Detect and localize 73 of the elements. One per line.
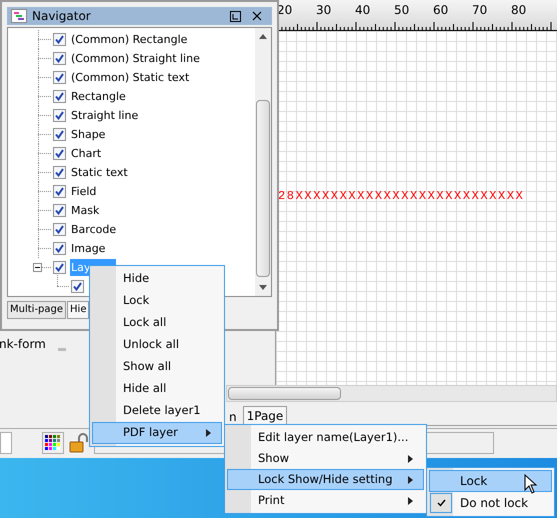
checkbox[interactable] [53,33,66,46]
checkbox[interactable] [53,71,66,84]
submenu-arrow-icon [408,476,413,484]
ruler-label: 70 [472,4,488,17]
tree-item[interactable]: (Common) Static text [70,69,190,86]
tab[interactable]: n [226,408,240,425]
tree-item[interactable]: Field [70,183,98,200]
menu-item[interactable]: Lock all [92,312,222,334]
menu-item[interactable]: Lock [429,470,552,492]
tree-item[interactable]: Static text [70,164,129,181]
checkmark-icon [430,493,452,513]
checkbox[interactable] [53,128,66,141]
tree-item[interactable]: (Common) Straight line [70,50,201,67]
tab[interactable]: 1Page [242,406,288,425]
scroll-down-icon[interactable] [259,285,267,290]
scroll-up-icon[interactable] [259,34,267,39]
checkbox[interactable] [53,185,66,198]
horizontal-scrollbar[interactable] [226,385,557,402]
tree-item[interactable]: Shape [70,126,106,143]
menu-item[interactable]: Lock [92,290,222,312]
submenu-arrow-icon [408,454,413,462]
tree-item[interactable]: Chart [70,145,102,162]
padlock-icon[interactable] [68,432,90,454]
menu-item[interactable]: PDF layer [92,422,222,444]
ruler-label: 40 [355,4,370,17]
tree-item[interactable]: (Common) Rectangle [70,31,188,48]
ruler-label: 50 [394,4,410,17]
checkbox[interactable] [53,261,66,274]
checkbox[interactable] [71,280,84,293]
menu-item[interactable]: Print [227,490,424,511]
menu-item[interactable]: Edit layer name(Layer1)... [227,427,424,448]
color-palette-icon[interactable] [42,432,64,454]
menu-item[interactable]: Show all [92,356,222,378]
tree-item[interactable]: Mask [70,202,100,219]
submenu-arrow-icon [408,496,413,504]
checkbox[interactable] [53,242,66,255]
checkbox[interactable] [53,166,66,179]
ruler-label: 80 [511,4,526,17]
menu-item[interactable]: Lock Show/Hide setting [227,469,424,490]
canvas-text: 28XXXXXXXXXXXXXXXXXXXXXXXXXX [278,189,524,203]
checkbox[interactable] [53,52,66,65]
menu-item[interactable]: Delete layer1 [92,400,222,422]
scrollbar-thumb[interactable] [228,387,341,400]
splitter-handle[interactable] [58,348,66,351]
submenu-arrow-icon [206,429,211,437]
checkbox[interactable] [53,223,66,236]
checkbox[interactable] [53,90,66,103]
menu-item[interactable]: Unlock all [92,334,222,356]
tab[interactable]: Multi-page [7,301,66,319]
restore-icon[interactable] [230,10,241,22]
tab[interactable]: Hie [67,301,90,319]
tree-item[interactable]: Barcode [70,221,118,238]
tree-item[interactable]: Straight line [70,107,140,124]
mouse-cursor-icon [524,474,538,494]
navigator-icon [11,9,27,23]
menu-item[interactable]: Do not lock [429,492,552,514]
menu-item[interactable]: Hide all [92,378,222,400]
tree-item[interactable]: Image [70,240,106,257]
menu-item[interactable]: Show [227,448,424,469]
ruler-label: 30 [316,4,332,17]
checkbox[interactable] [53,109,66,122]
field-tool-icon[interactable] [0,432,12,454]
checkbox[interactable] [53,204,66,217]
window-title: Navigator [32,8,92,25]
form-label: nk-form [0,336,46,353]
tree-item[interactable]: Rectangle [70,88,127,105]
ruler-label: 60 [433,4,448,17]
menu-item[interactable]: Hide [92,268,222,290]
checkbox[interactable] [53,147,66,160]
vertical-scrollbar[interactable] [255,28,271,296]
collapse-toggle[interactable] [33,263,42,272]
close-icon[interactable] [252,11,262,21]
scrollbar-thumb[interactable] [256,100,270,277]
